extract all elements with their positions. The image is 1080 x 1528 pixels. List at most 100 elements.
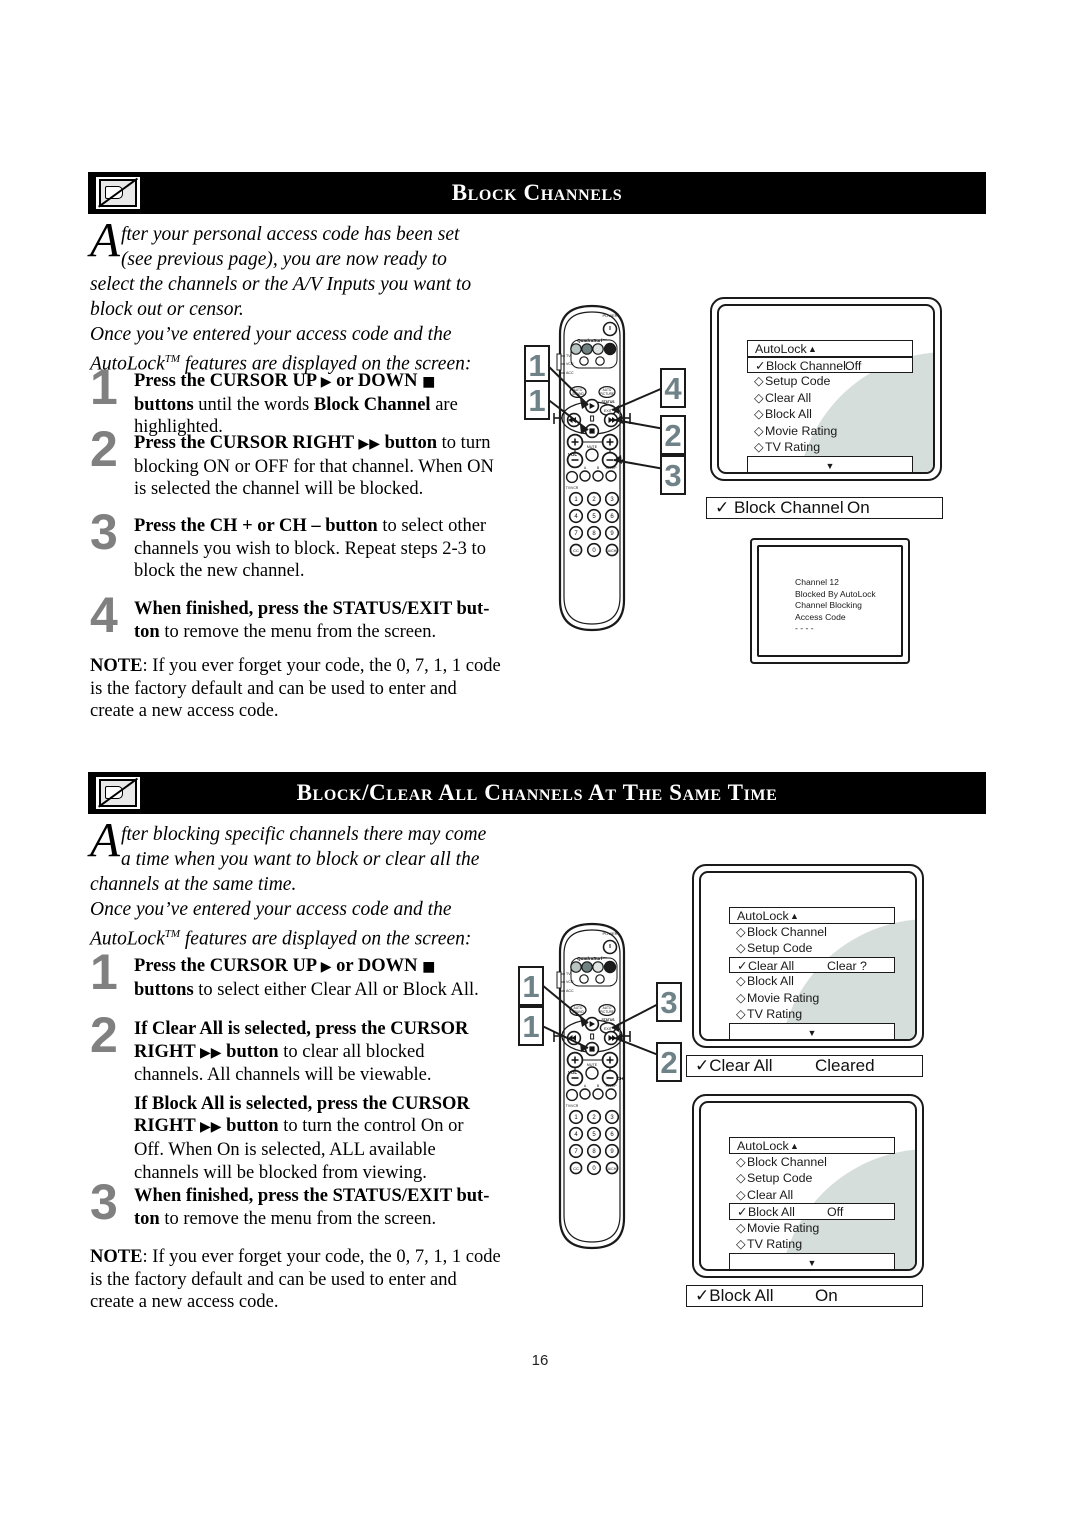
autolock-menu-2: AutoLock ▲ ◇Block Channel ◇Setup Code ✓C… <box>729 907 895 1039</box>
callout-step-1a: 1 <box>518 966 544 1006</box>
message-line: Blocked By AutoLock <box>795 588 876 599</box>
section-header-block-channels: Block Channels <box>88 172 986 214</box>
menu-header: AutoLock ▲ <box>729 1137 895 1154</box>
svg-text:TV/VCR: TV/VCR <box>566 486 579 490</box>
svg-text:EXIT: EXIT <box>604 1027 613 1031</box>
menu-item-label: Block All <box>748 1205 795 1219</box>
menu-header-label: AutoLock <box>737 1139 789 1153</box>
menu-item-setup-code[interactable]: ◇Setup Code <box>747 373 913 390</box>
svg-text:TV: TV <box>566 972 571 976</box>
menu-item-block-all[interactable]: ✓Block All Off <box>729 1203 895 1220</box>
menu-item-label: TV Rating <box>747 1007 803 1021</box>
intro-rest: select the channels or the A/V Inputs yo… <box>90 274 472 320</box>
dropcap: A <box>90 812 120 867</box>
note-label: NOTE <box>90 1247 143 1267</box>
note-sep: : <box>142 1247 153 1267</box>
callout-step-4: 4 <box>660 368 686 408</box>
menu-item-label: Block All <box>765 407 812 421</box>
intro-rest2a: Once you’ve entered your access code and… <box>90 899 452 920</box>
tv-screen-autolock-menu-1: AutoLock ▲ ✓Block Channel Off ◇Setup Cod… <box>710 297 942 481</box>
menu-footer[interactable]: ▼ <box>729 1252 895 1269</box>
step-bold-2: ton <box>134 1208 160 1229</box>
menu-footer[interactable]: ▼ <box>729 1022 895 1039</box>
diamond-icon: ◇ <box>736 1237 746 1251</box>
cursor-down-icon: ■ <box>422 959 436 975</box>
section-title: Block/Clear All Channels At The Same Tim… <box>296 780 778 805</box>
step-number: 4 <box>90 587 118 643</box>
message-line-code: - - - - <box>795 623 814 634</box>
cursor-right-icon: ▶▶ <box>358 436 380 452</box>
step-2-2: 2 If Clear All is selected, press the CU… <box>90 1010 498 1184</box>
step-bold-3b: button <box>221 1116 279 1137</box>
diamond-icon: ◇ <box>736 941 746 955</box>
menu-item-value: Clear ? <box>827 958 867 973</box>
menu-header-label: AutoLock <box>737 909 789 923</box>
menu-item-clear-all[interactable]: ◇Clear All <box>747 390 913 407</box>
menu-item-block-channel[interactable]: ✓Block Channel Off <box>747 356 913 373</box>
menu-item-setup-code[interactable]: ◇Setup Code <box>729 940 895 957</box>
menu-item-movie-rating[interactable]: ◇Movie Rating <box>747 423 913 440</box>
intro-line-1: fter blocking specific channels there ma… <box>120 824 487 845</box>
step-number: 3 <box>90 1174 118 1230</box>
menu-item-tv-rating[interactable]: ◇TV Rating <box>729 1236 895 1253</box>
menu-item-movie-rating[interactable]: ◇Movie Rating <box>729 1220 895 1237</box>
diamond-icon: ◇ <box>736 924 746 939</box>
svg-text:MUTE: MUTE <box>587 445 598 449</box>
intro-rest2a: Once you’ve entered your access code and… <box>90 324 452 345</box>
menu-item-setup-code[interactable]: ◇Setup Code <box>729 1170 895 1187</box>
status-bar-clear-all-cleared: ✓Clear All Cleared <box>686 1055 923 1077</box>
menu-item-block-all[interactable]: ◇Block All <box>729 973 895 990</box>
svg-text:SLEEP: SLEEP <box>606 466 618 470</box>
menu-footer[interactable]: ▼ <box>747 455 913 472</box>
menu-item-block-channel[interactable]: ◇Block Channel <box>729 1154 895 1171</box>
svg-text:CC: CC <box>573 548 579 553</box>
menu-header: AutoLock ▲ <box>747 340 913 357</box>
note-section-1: NOTE: If you ever forget your code, the … <box>90 655 502 723</box>
step-1-1: 1 Press the CURSOR UP ▶ or DOWN ■ button… <box>90 362 498 439</box>
check-icon: ✓ <box>755 358 766 373</box>
menu-item-label: Setup Code <box>747 1171 813 1185</box>
status-bar-value: On <box>815 1286 838 1305</box>
menu-item-label: Block Channel <box>747 924 827 939</box>
diamond-icon: ◇ <box>736 1220 746 1235</box>
menu-header-label: AutoLock <box>755 342 807 356</box>
cursor-right-icon: ▶▶ <box>199 1044 222 1061</box>
scroll-up-icon: ▲ <box>790 911 799 921</box>
svg-text:ACC: ACC <box>566 989 574 993</box>
svg-text:VOL: VOL <box>568 1070 577 1075</box>
callout-step-1b: 1 <box>518 1006 544 1046</box>
svg-text:ACC: ACC <box>566 371 574 375</box>
scroll-down-icon: ▼ <box>807 1027 817 1038</box>
menu-item-tv-rating[interactable]: ◇TV Rating <box>729 1006 895 1023</box>
step-1-2: 2 Press the CURSOR RIGHT ▶▶ button to tu… <box>90 424 498 501</box>
menu-item-clear-all[interactable]: ✓Clear All Clear ? <box>729 956 895 973</box>
svg-text:POWER: POWER <box>602 931 617 936</box>
tv-screen-blocked-message: Channel 12 Blocked By AutoLock Channel B… <box>750 538 910 664</box>
menu-item-value: Off <box>845 358 862 373</box>
diamond-icon: ◇ <box>736 974 746 988</box>
diamond-icon: ◇ <box>754 407 764 421</box>
menu-item-block-all[interactable]: ◇Block All <box>747 406 913 423</box>
menu-item-tv-rating[interactable]: ◇TV Rating <box>747 439 913 456</box>
step-2-3: 3 When finished, press the STATUS/EXIT b… <box>90 1177 498 1230</box>
menu-item-clear-all[interactable]: ◇Clear All <box>729 1187 895 1204</box>
blocked-message: Channel 12 Blocked By AutoLock Channel B… <box>795 577 876 635</box>
svg-text:VCR: VCR <box>566 362 574 366</box>
svg-text:PICTURE: PICTURE <box>600 392 614 396</box>
note-text: If you ever forget your code, the 0, 7, … <box>90 1247 501 1313</box>
step-plain: until the words <box>193 394 314 415</box>
step-number: 1 <box>90 944 118 1000</box>
status-bar-text: ✓ Block Channel <box>715 498 844 518</box>
svg-text:PICTURE: PICTURE <box>600 1010 614 1014</box>
check-icon: ✓ <box>695 1286 710 1305</box>
intro-line-2: (see previous page), you are now ready t… <box>120 249 447 270</box>
menu-item-label: Block Channel <box>747 1154 827 1169</box>
menu-item-label: Movie Rating <box>747 990 820 1005</box>
check-icon: ✓ <box>737 1205 748 1219</box>
menu-item-block-channel[interactable]: ◇Block Channel <box>729 924 895 941</box>
callout-step-3: 3 <box>660 455 686 495</box>
menu-item-label: Movie Rating <box>765 423 838 438</box>
menu-item-label: Clear All <box>748 958 795 973</box>
section-title: Block Channels <box>451 180 623 205</box>
menu-item-movie-rating[interactable]: ◇Movie Rating <box>729 990 895 1007</box>
